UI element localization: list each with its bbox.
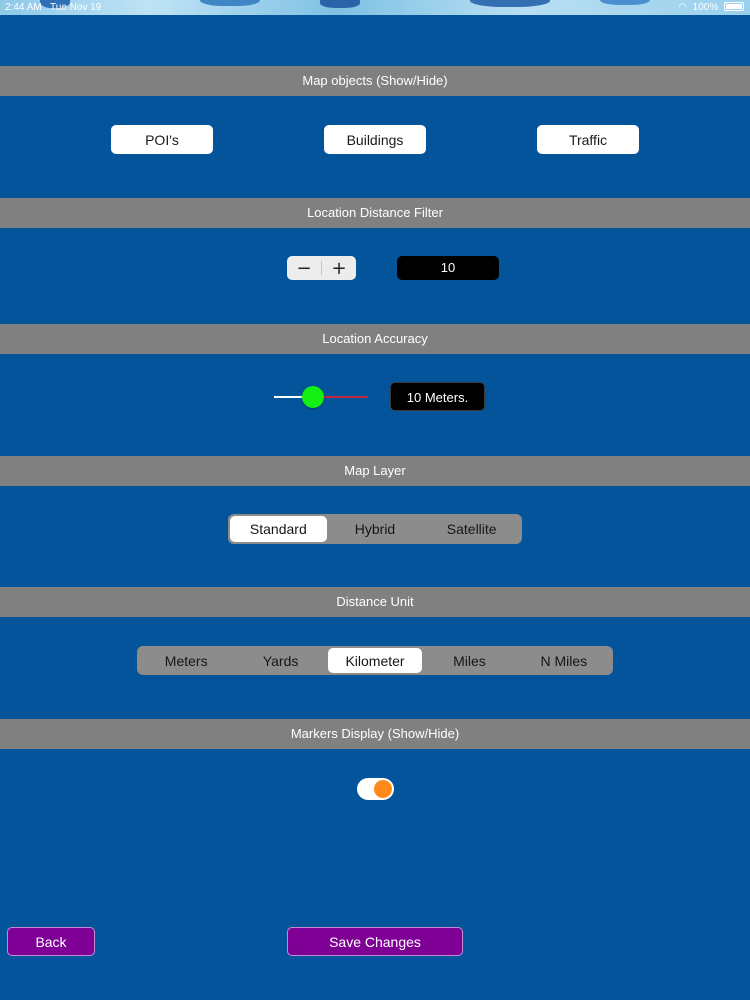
segment-yards[interactable]: Yards bbox=[233, 648, 327, 673]
battery-percent: 100% bbox=[692, 2, 719, 13]
distance-filter-stepper[interactable]: − + bbox=[287, 256, 356, 280]
segment-n-miles[interactable]: N Miles bbox=[517, 648, 611, 673]
status-right: ◠ 100% bbox=[675, 0, 744, 15]
segment-standard[interactable]: Standard bbox=[230, 516, 327, 542]
battery-icon bbox=[724, 1, 744, 11]
section-header-distance-unit: Distance Unit bbox=[0, 587, 750, 617]
buildings-button[interactable]: Buildings bbox=[324, 125, 426, 154]
section-header-map-layer: Map Layer bbox=[0, 456, 750, 486]
slider-thumb[interactable] bbox=[302, 386, 325, 408]
back-button[interactable]: Back bbox=[7, 927, 95, 956]
status-bar: 2:44 AM Tue Nov 19 ◠ 100% bbox=[0, 0, 750, 15]
section-header-distance-filter: Location Distance Filter bbox=[0, 198, 750, 228]
status-time-date: 2:44 AM Tue Nov 19 bbox=[5, 0, 101, 15]
stepper-increment-button[interactable]: + bbox=[322, 256, 356, 280]
map-layer-segmented-control[interactable]: Standard Hybrid Satellite bbox=[228, 514, 522, 544]
distance-unit-segmented-control[interactable]: Meters Yards Kilometer Miles N Miles bbox=[137, 646, 613, 675]
wifi-icon: ◠ bbox=[678, 2, 687, 13]
toggle-knob bbox=[374, 780, 392, 798]
segment-satellite[interactable]: Satellite bbox=[423, 516, 520, 542]
segment-miles[interactable]: Miles bbox=[422, 648, 516, 673]
markers-display-toggle[interactable] bbox=[357, 778, 394, 800]
status-time: 2:44 AM bbox=[5, 2, 42, 13]
stepper-decrement-button[interactable]: − bbox=[287, 256, 321, 280]
segment-kilometer[interactable]: Kilometer bbox=[327, 648, 423, 673]
save-changes-button[interactable]: Save Changes bbox=[287, 927, 463, 956]
segment-hybrid[interactable]: Hybrid bbox=[327, 516, 424, 542]
accuracy-value: 10 Meters. bbox=[390, 382, 485, 411]
status-date: Tue Nov 19 bbox=[50, 2, 102, 13]
pois-button[interactable]: POI's bbox=[111, 125, 213, 154]
accuracy-slider[interactable] bbox=[274, 384, 368, 410]
distance-filter-value: 10 bbox=[397, 256, 499, 280]
section-header-map-objects: Map objects (Show/Hide) bbox=[0, 66, 750, 96]
section-header-location-accuracy: Location Accuracy bbox=[0, 324, 750, 354]
section-header-markers-display: Markers Display (Show/Hide) bbox=[0, 719, 750, 749]
traffic-button[interactable]: Traffic bbox=[537, 125, 639, 154]
segment-meters[interactable]: Meters bbox=[139, 648, 233, 673]
